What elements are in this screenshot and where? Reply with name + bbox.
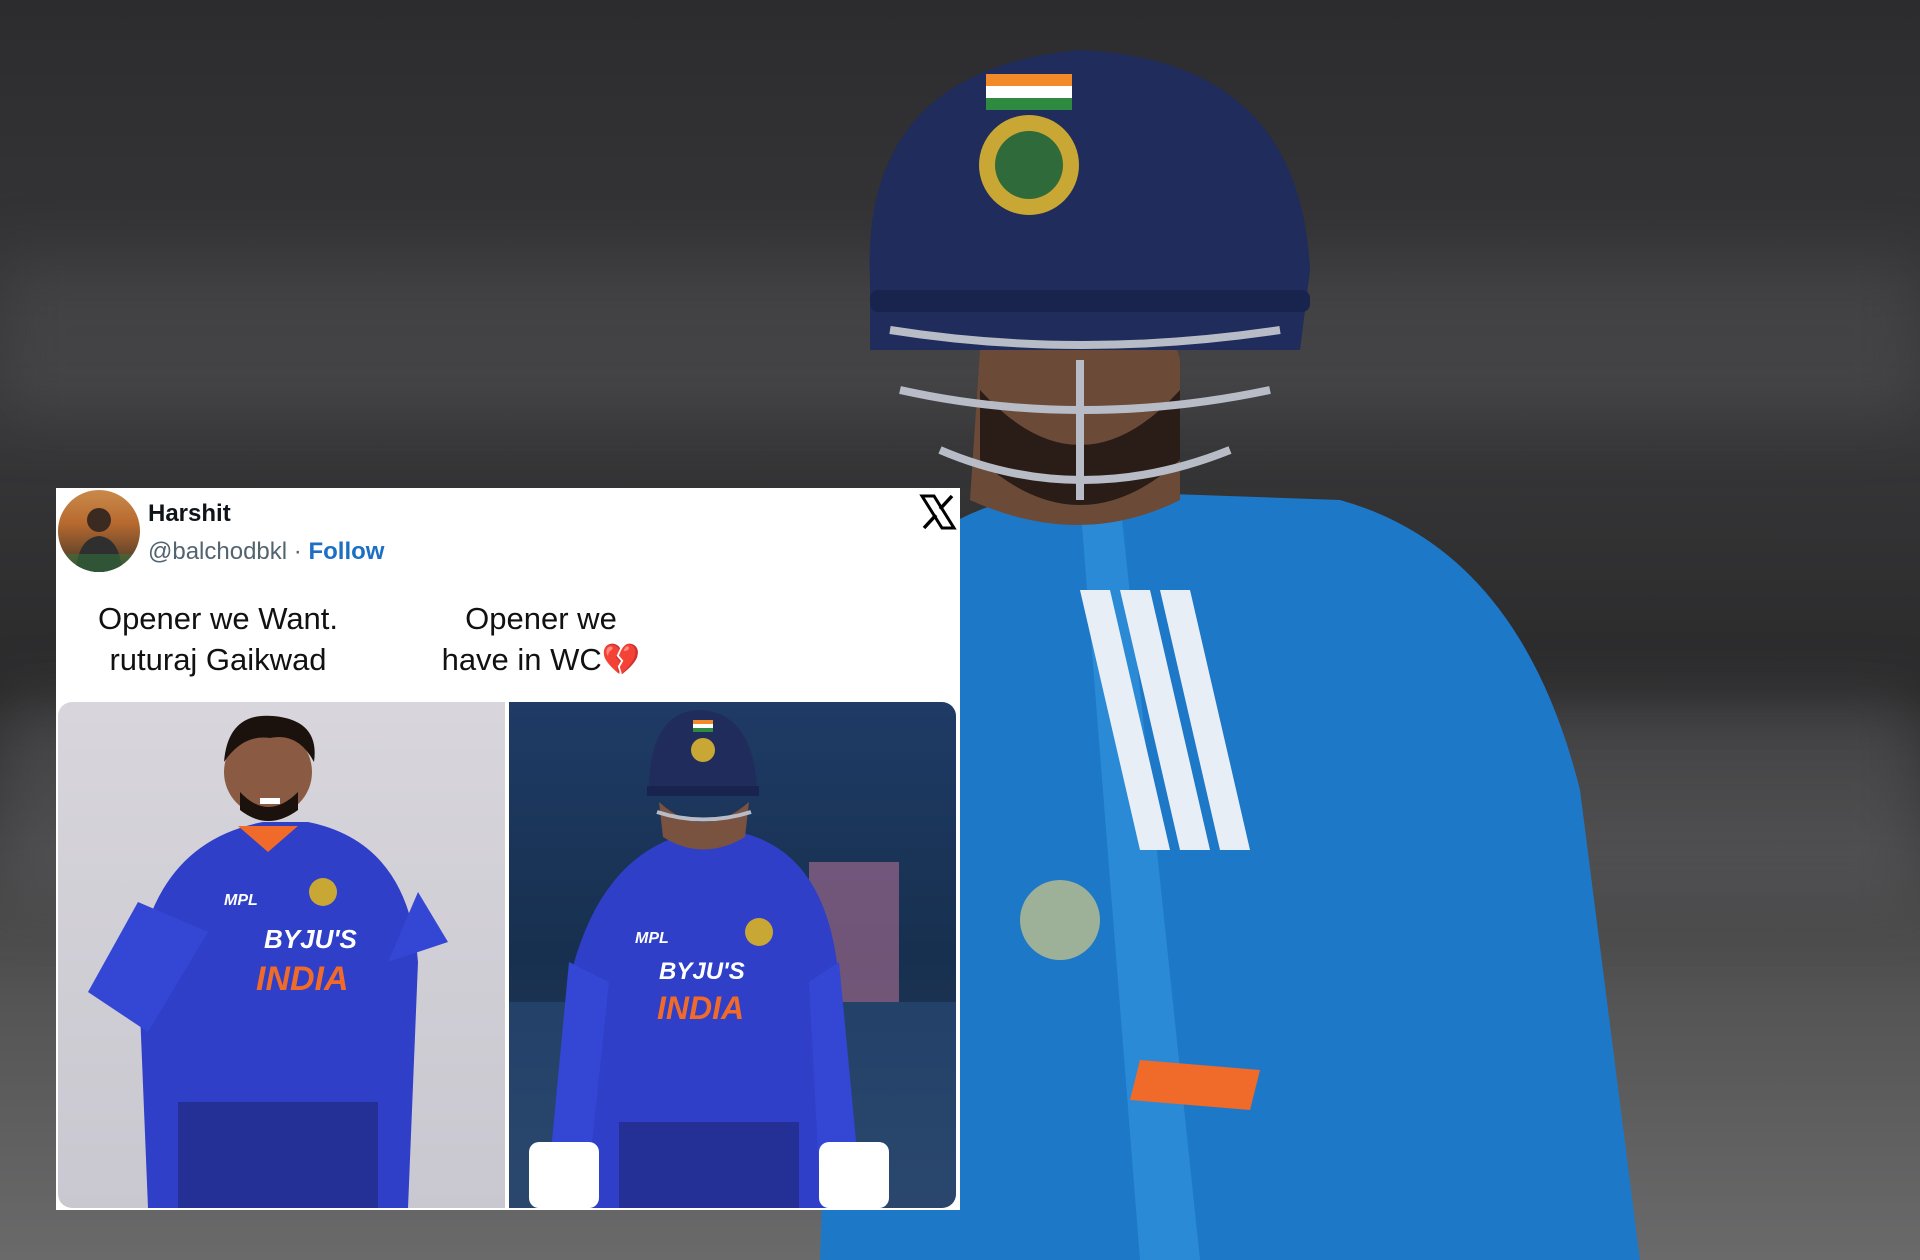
tweet-text-left: Opener we Want. ruturaj Gaikwad	[58, 598, 378, 680]
tweet-text-left-line1: Opener we Want.	[97, 601, 339, 636]
broken-heart-icon: 💔	[601, 642, 641, 677]
follow-button[interactable]: Follow	[308, 538, 384, 565]
jersey-team-text: INDIA	[657, 990, 745, 1026]
tweet-media-image-1[interactable]: MPL BYJU'S INDIA	[58, 702, 505, 1208]
x-logo-icon[interactable]	[918, 492, 958, 532]
player-helmet-photo	[509, 710, 956, 1208]
tweet-text-right-line2: have in WC	[441, 642, 602, 677]
player-portrait	[88, 715, 448, 1208]
tweet-text-left-line2: ruturaj Gaikwad	[109, 642, 327, 677]
screen: Harshit @balchodbkl · Follow Opener we W…	[0, 0, 1920, 1260]
tweet-media-grid: MPL BYJU'S INDIA MPL BYJU'S INDIA	[58, 702, 956, 1208]
user-display-name[interactable]: Harshit	[148, 500, 231, 528]
avatar-person-icon	[58, 508, 140, 572]
tweet-card[interactable]: Harshit @balchodbkl · Follow Opener we W…	[56, 488, 960, 1210]
jersey-brand-text: BYJU'S	[659, 958, 745, 985]
tweet-text-right-line2-row: have in WC💔	[396, 639, 686, 680]
tweet-media-image-2[interactable]: MPL BYJU'S INDIA	[509, 702, 956, 1208]
tweet-text-right: Opener we have in WC💔	[396, 598, 686, 680]
jersey-brand-text: BYJU'S	[264, 924, 357, 954]
user-avatar[interactable]	[58, 490, 140, 572]
tweet-text-right-line1: Opener we	[465, 601, 617, 636]
jersey-sponsor-text: MPL	[224, 892, 258, 909]
jersey-sponsor-text: MPL	[635, 930, 669, 947]
user-handle[interactable]: @balchodbkl	[148, 538, 287, 565]
separator-dot: ·	[293, 538, 302, 565]
user-handle-row: @balchodbkl · Follow	[148, 538, 384, 566]
jersey-team-text: INDIA	[256, 960, 349, 998]
